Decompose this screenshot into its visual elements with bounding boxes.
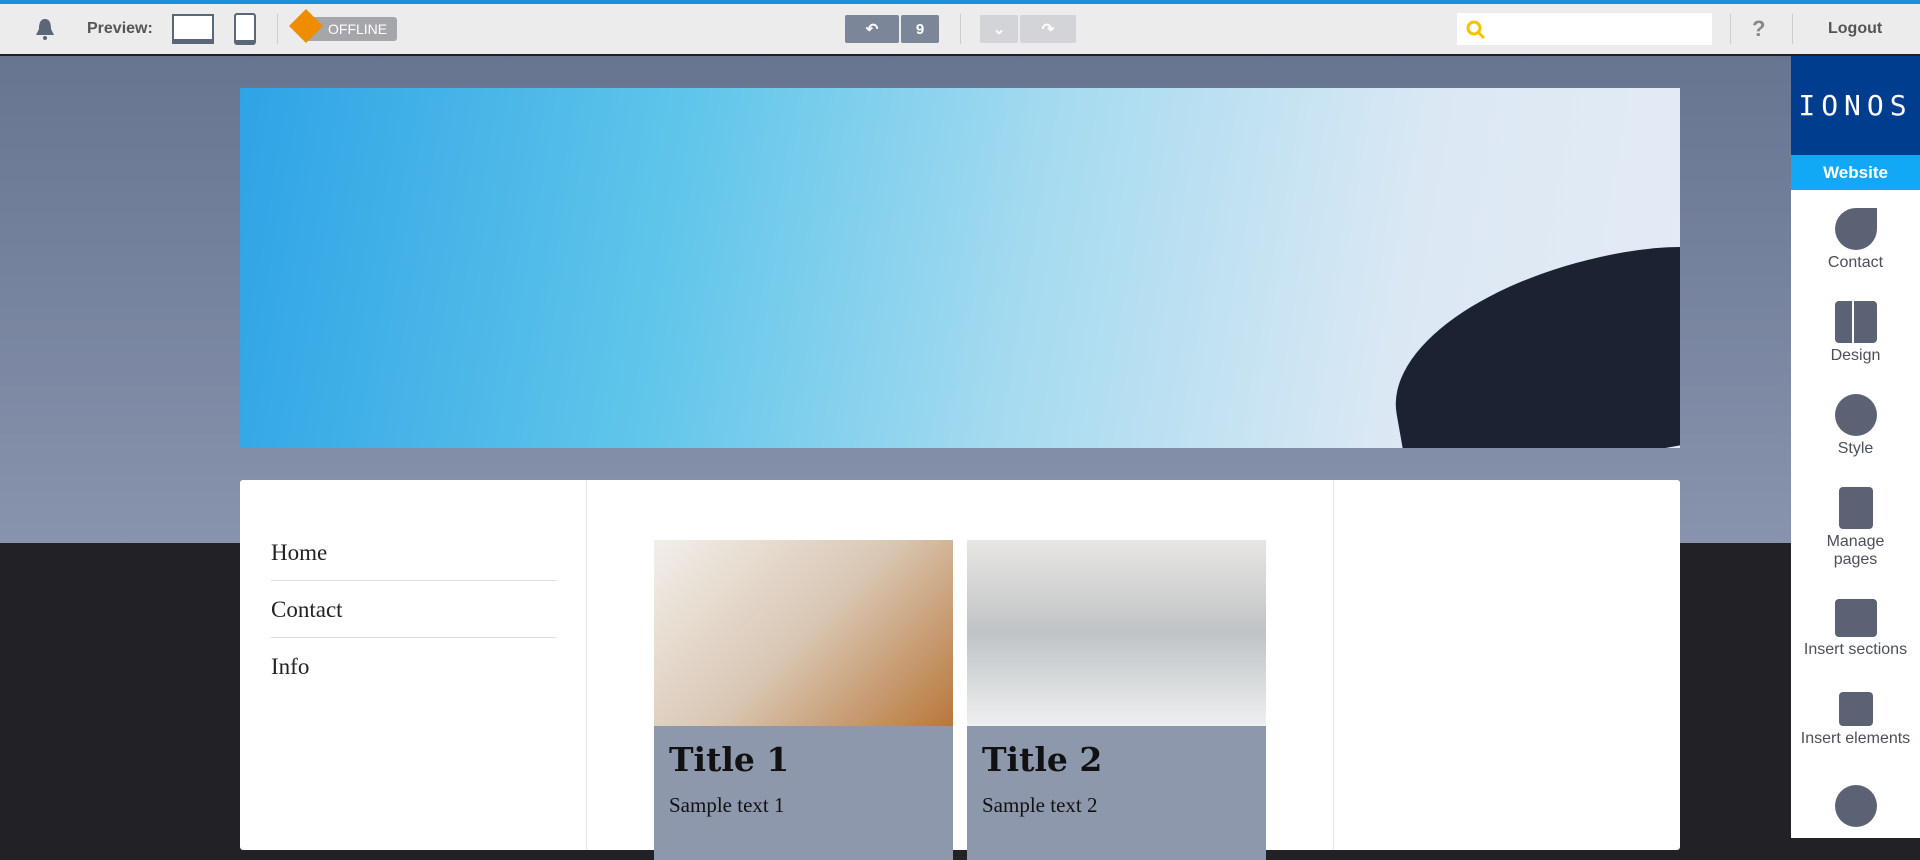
sidebar-item-label: Contact bbox=[1827, 254, 1884, 271]
website-section-tab[interactable]: Website bbox=[1791, 155, 1920, 190]
nav-item-contact[interactable]: Contact bbox=[271, 597, 556, 638]
sidebar-item-insert-sections[interactable]: Insert sections bbox=[1791, 581, 1920, 674]
sidebar-item-more[interactable] bbox=[1791, 767, 1920, 860]
redo-button[interactable]: ↷ bbox=[1020, 15, 1076, 43]
sidebar-item-label: Insert sections bbox=[1803, 641, 1908, 658]
redo-history-button[interactable]: ⌄ bbox=[980, 15, 1018, 43]
sidebar-item-design[interactable]: Design bbox=[1791, 283, 1920, 376]
laptop-typing-image bbox=[654, 540, 953, 726]
globe-search-icon bbox=[1834, 785, 1877, 827]
ionos-logo: IONOS bbox=[1791, 56, 1920, 155]
preview-label: Preview: bbox=[87, 20, 153, 37]
man-with-binoculars-image bbox=[1375, 223, 1680, 448]
site-navigation: Home Contact Info bbox=[240, 480, 587, 850]
header-image[interactable] bbox=[240, 88, 1680, 448]
sidebar-item-manage-pages[interactable]: Manage pages bbox=[1791, 469, 1920, 581]
layout-icon bbox=[1834, 301, 1877, 343]
bell-icon[interactable] bbox=[34, 4, 56, 54]
team-meeting-image bbox=[967, 540, 1266, 726]
offline-icon bbox=[289, 9, 323, 43]
nav-item-home[interactable]: Home bbox=[271, 540, 556, 581]
tile-text: Sample text 1 bbox=[669, 793, 785, 817]
sidebar-item-insert-elements[interactable]: Insert elements bbox=[1791, 674, 1920, 767]
nav-item-info[interactable]: Info bbox=[271, 654, 556, 694]
tile-title: Title 1 bbox=[669, 740, 790, 779]
help-button[interactable]: ? bbox=[1752, 4, 1765, 54]
phone-icon bbox=[1834, 208, 1877, 250]
sidebar-item-style[interactable]: Style bbox=[1791, 376, 1920, 469]
offline-status[interactable]: OFFLINE bbox=[289, 4, 398, 54]
right-sidebar: IONOS Website Contact Design Style Manag… bbox=[1791, 56, 1920, 838]
mobile-preview-button[interactable] bbox=[234, 4, 256, 54]
page-content: Home Contact Info Title 1 Sample text 1 … bbox=[240, 480, 1680, 860]
desktop-preview-button[interactable] bbox=[172, 4, 214, 54]
logout-button[interactable]: Logout bbox=[1828, 4, 1882, 54]
undo-button[interactable]: ↶ bbox=[845, 15, 899, 43]
sidebar-item-label: Manage pages bbox=[1826, 533, 1885, 568]
content-tile[interactable]: Title 2 Sample text 2 bbox=[967, 540, 1266, 860]
pages-icon bbox=[1838, 487, 1873, 529]
undo-history-button[interactable]: 9 bbox=[901, 15, 939, 43]
sections-icon bbox=[1834, 599, 1877, 637]
content-tile[interactable]: Title 1 Sample text 1 bbox=[654, 540, 953, 860]
sidebar-item-label: Style bbox=[1837, 440, 1874, 457]
tile-title: Title 2 bbox=[982, 740, 1103, 779]
top-toolbar: Preview: OFFLINE ↶ 9 ⌄ ↷ ? Logout bbox=[0, 0, 1920, 56]
sidebar-item-label: Design bbox=[1830, 347, 1881, 364]
offline-label: OFFLINE bbox=[328, 21, 388, 37]
tile-text: Sample text 2 bbox=[982, 793, 1098, 817]
sidebar-item-contact[interactable]: Contact bbox=[1791, 190, 1920, 283]
search-box[interactable] bbox=[1457, 13, 1712, 45]
elements-icon bbox=[1838, 692, 1873, 726]
search-input[interactable] bbox=[1491, 13, 1711, 45]
search-icon bbox=[1466, 20, 1486, 40]
sidebar-item-label: Insert elements bbox=[1800, 730, 1911, 747]
palette-icon bbox=[1834, 394, 1877, 436]
